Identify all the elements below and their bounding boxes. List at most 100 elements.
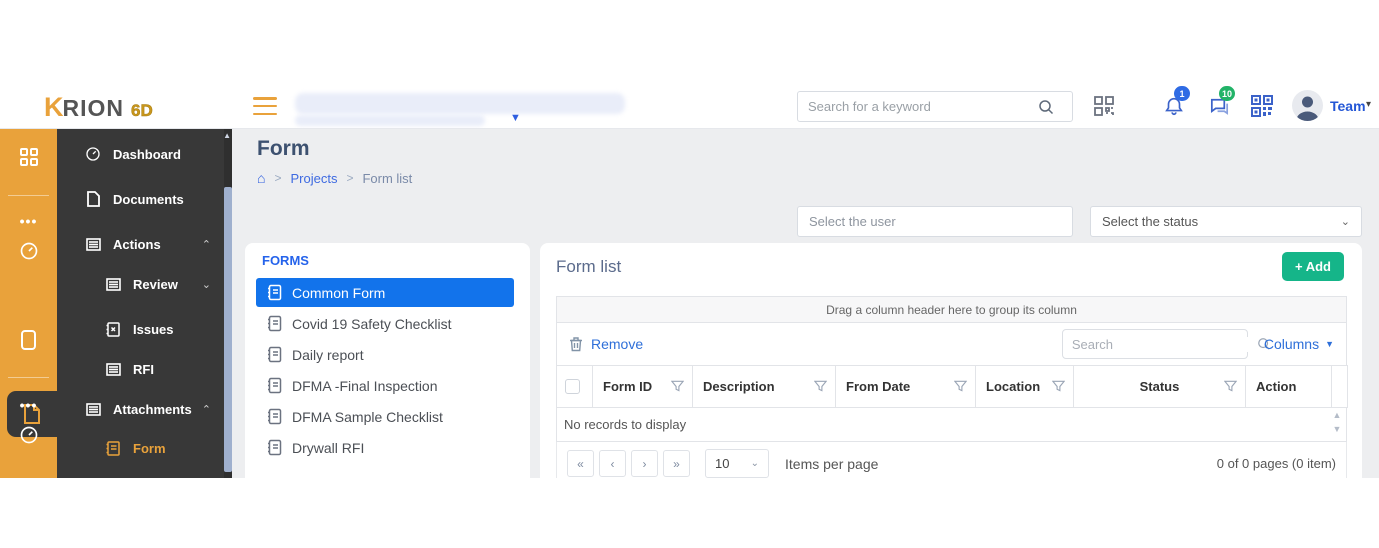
chevron-up-icon[interactable]: ⌃ — [202, 238, 211, 251]
page-size-value: 10 — [715, 456, 729, 471]
sidebar-item-attachments[interactable]: Attachments ⌃ — [57, 397, 225, 421]
icon-rail: ••• ••• — [0, 129, 57, 478]
messages-icon[interactable]: 10 — [1205, 92, 1233, 120]
column-header-from-date[interactable]: From Date — [836, 366, 976, 408]
modules-grid-icon[interactable] — [0, 147, 57, 167]
select-status-filter[interactable]: Select the status ⌄ — [1090, 206, 1362, 237]
form-type-covid-checklist[interactable]: Covid 19 Safety Checklist — [256, 309, 514, 338]
select-all-checkbox[interactable] — [565, 379, 580, 394]
rail-more-icon[interactable]: ••• — [0, 397, 57, 413]
breadcrumb-separator: > — [346, 171, 353, 185]
column-header-action[interactable]: Action — [1246, 366, 1332, 408]
column-header-location[interactable]: Location — [976, 366, 1074, 408]
scroll-up-icon[interactable]: ▲ — [1333, 410, 1342, 420]
breadcrumb-projects-link[interactable]: Projects — [290, 171, 337, 186]
list-icon — [85, 401, 101, 417]
scan-qr-icon[interactable] — [1090, 92, 1118, 120]
group-by-hint-bar[interactable]: Drag a column header here to group its c… — [556, 296, 1347, 323]
select-status-placeholder: Select the status — [1102, 214, 1198, 229]
first-page-button[interactable]: « — [567, 450, 594, 477]
list-icon — [105, 361, 121, 377]
sidebar-item-rfi[interactable]: RFI — [57, 357, 225, 381]
project-dropdown-caret[interactable]: ▼ — [510, 112, 521, 124]
form-type-dfma-sample-checklist[interactable]: DFMA Sample Checklist — [256, 402, 514, 431]
top-header: KRION6D ▼ 1 10 Team ▾ — [0, 85, 1379, 129]
select-user-input[interactable] — [809, 214, 1061, 229]
form-doc-icon — [267, 439, 282, 456]
form-list-title: Form list — [556, 257, 621, 277]
search-icon[interactable] — [1038, 99, 1072, 115]
rail-gauge-icon[interactable] — [0, 425, 57, 445]
filter-funnel-icon[interactable] — [1224, 379, 1237, 393]
chevron-down-icon[interactable]: ⌄ — [202, 278, 211, 291]
sidebar-item-form[interactable]: Form — [57, 436, 225, 460]
column-header-description[interactable]: Description — [693, 366, 836, 408]
empty-state-row: No records to display ▲ ▼ — [556, 408, 1347, 442]
logo-text: RION — [63, 95, 125, 122]
home-icon[interactable]: ⌂ — [257, 170, 265, 186]
sidebar-scrollbar-thumb[interactable] — [224, 187, 232, 472]
column-label: Form ID — [603, 379, 652, 394]
sidebar-item-dashboard[interactable]: Dashboard — [57, 142, 225, 166]
project-subtitle-redacted — [295, 115, 485, 126]
sidebar-item-label: RFI — [133, 362, 154, 377]
form-doc-icon — [267, 315, 282, 332]
notifications-bell-icon[interactable]: 1 — [1160, 92, 1188, 120]
remove-label: Remove — [591, 336, 643, 352]
form-doc-icon — [267, 408, 282, 425]
columns-button[interactable]: Columns ▼ — [1264, 336, 1334, 352]
scroll-down-icon[interactable]: ▼ — [1333, 424, 1342, 434]
page-size-select[interactable]: 10 ⌄ — [705, 449, 769, 478]
project-name-redacted[interactable] — [295, 93, 625, 114]
team-dropdown-caret[interactable]: ▾ — [1366, 99, 1371, 110]
form-grid: Drag a column header here to group its c… — [556, 296, 1347, 478]
filter-funnel-icon[interactable] — [1052, 379, 1065, 393]
krion-logo[interactable]: KRION6D — [44, 92, 153, 123]
form-type-drywall-rfi[interactable]: Drywall RFI — [256, 433, 514, 462]
global-search-input[interactable] — [798, 99, 1038, 114]
grid-search-input[interactable] — [1063, 337, 1257, 352]
add-button[interactable]: + Add — [1282, 252, 1344, 281]
column-header-form-id[interactable]: Form ID — [593, 366, 693, 408]
remove-button[interactable]: Remove — [569, 336, 643, 352]
sidebar-item-label: Dashboard — [113, 147, 181, 162]
user-avatar[interactable] — [1292, 90, 1323, 121]
form-table: Form ID Description From Date Location S… — [556, 365, 1348, 408]
rail-mobile-icon[interactable] — [0, 329, 57, 351]
form-type-common-form[interactable]: Common Form — [256, 278, 514, 307]
page-title: Form — [257, 137, 310, 161]
sidebar-item-documents[interactable]: Documents — [57, 187, 225, 211]
caret-down-icon: ▼ — [1325, 339, 1334, 349]
logo-k-mark: K — [44, 92, 63, 123]
columns-label: Columns — [1264, 336, 1319, 352]
pagination-bar: « ‹ › » 10 ⌄ Items per page 0 of 0 pages… — [556, 442, 1347, 478]
menu-toggle-icon[interactable] — [253, 97, 277, 115]
empty-state-text: No records to display — [564, 417, 686, 432]
previous-page-button[interactable]: ‹ — [599, 450, 626, 477]
sidebar-item-actions[interactable]: Actions ⌃ — [57, 232, 225, 256]
app-window: KRION6D ▼ 1 10 Team ▾ — [0, 0, 1379, 548]
sidebar-item-label: Attachments — [113, 402, 192, 417]
dashboard-gauge-icon — [85, 146, 101, 162]
rail-more-icon[interactable]: ••• — [0, 213, 57, 229]
sidebar-scroll-up-icon[interactable]: ▲ — [223, 131, 231, 140]
document-icon — [85, 191, 101, 207]
column-header-status[interactable]: Status — [1074, 366, 1246, 408]
rail-dashboard-gauge-icon[interactable] — [0, 241, 57, 261]
sidebar-item-review[interactable]: Review ⌄ — [57, 272, 225, 296]
last-page-button[interactable]: » — [663, 450, 690, 477]
form-type-dfma-final-inspection[interactable]: DFMA -Final Inspection — [256, 371, 514, 400]
chevron-up-icon[interactable]: ⌃ — [202, 403, 211, 416]
filter-funnel-icon[interactable] — [814, 379, 827, 393]
qr-code-icon[interactable] — [1248, 92, 1276, 120]
filter-funnel-icon[interactable] — [954, 379, 967, 393]
team-menu-label[interactable]: Team — [1330, 98, 1366, 114]
form-type-daily-report[interactable]: Daily report — [256, 340, 514, 369]
sidebar-item-issues[interactable]: Issues — [57, 317, 225, 341]
next-page-button[interactable]: › — [631, 450, 658, 477]
filter-funnel-icon[interactable] — [671, 379, 684, 393]
rail-divider — [8, 195, 49, 196]
sidebar-scrollbar-track[interactable] — [224, 129, 232, 478]
table-scroll-spacer — [1332, 366, 1348, 408]
trash-icon — [569, 336, 583, 352]
